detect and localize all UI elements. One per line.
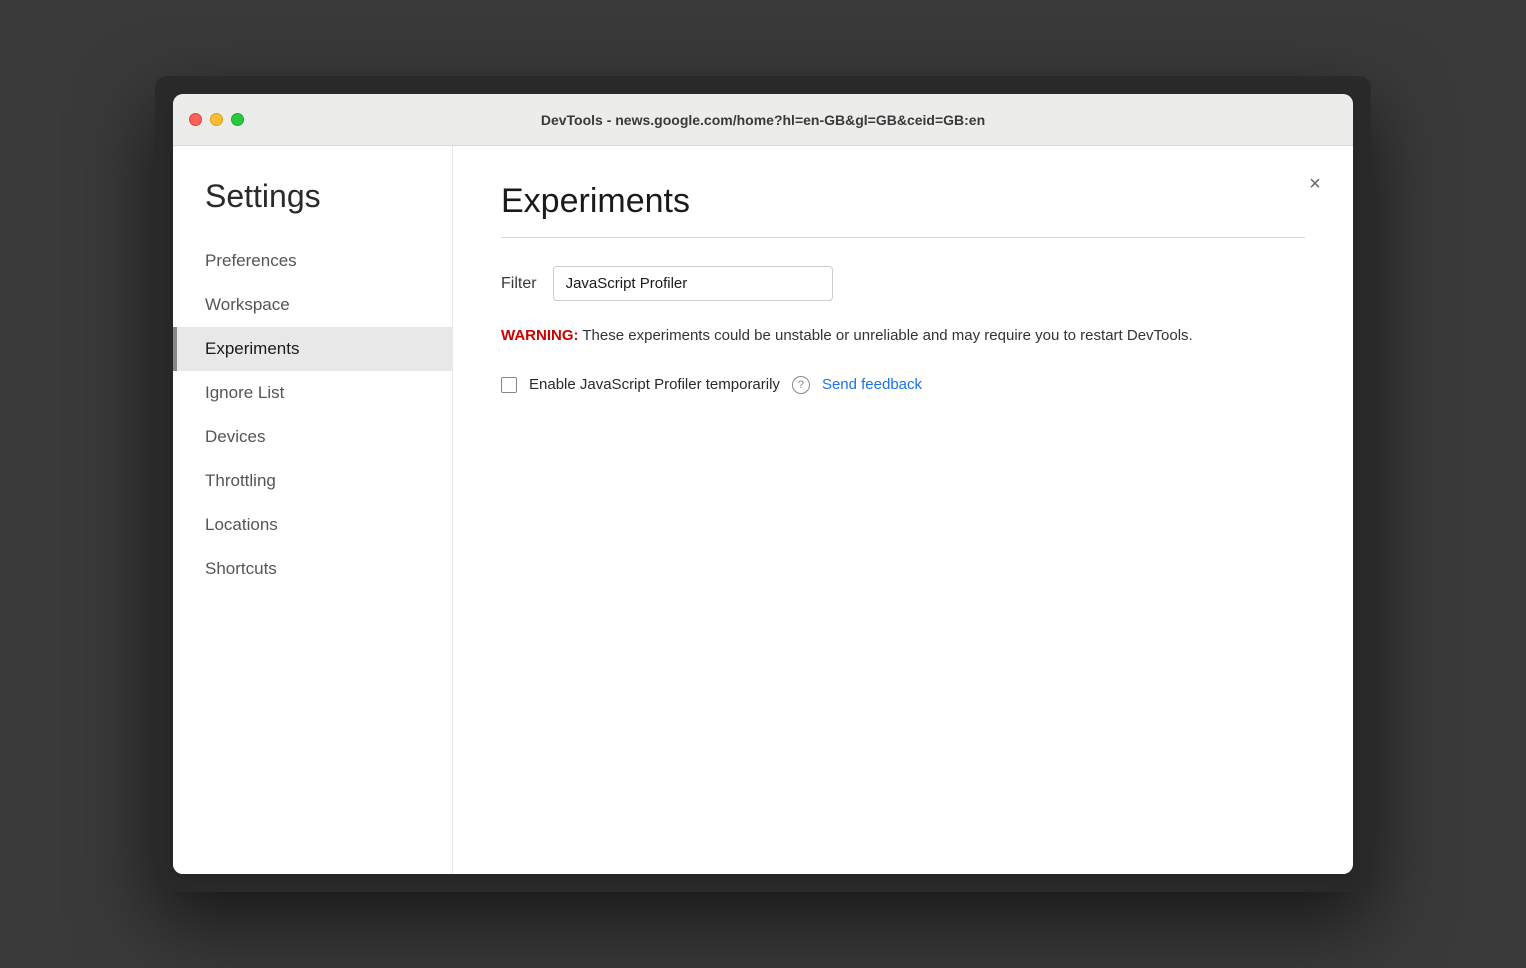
- sidebar-heading: Settings: [173, 178, 452, 239]
- minimize-traffic-light[interactable]: [210, 113, 223, 126]
- filter-input[interactable]: [553, 266, 833, 301]
- js-profiler-checkbox[interactable]: [501, 377, 517, 393]
- sidebar-item-shortcuts[interactable]: Shortcuts: [173, 547, 452, 591]
- traffic-lights: [189, 113, 244, 126]
- warning-text: WARNING: These experiments could be unst…: [501, 325, 1305, 348]
- warning-box: WARNING: These experiments could be unst…: [501, 325, 1305, 348]
- main-panel: × Experiments Filter WARNING: These expe…: [453, 146, 1353, 874]
- sidebar-item-locations[interactable]: Locations: [173, 503, 452, 547]
- warning-label: WARNING:: [501, 327, 579, 344]
- experiment-row: Enable JavaScript Profiler temporarily ?…: [501, 376, 1305, 394]
- sidebar-item-experiments[interactable]: Experiments: [173, 327, 452, 371]
- content-area: Settings Preferences Workspace Experimen…: [173, 146, 1353, 874]
- close-button[interactable]: ×: [1301, 170, 1329, 198]
- warning-message: These experiments could be unstable or u…: [579, 327, 1193, 344]
- js-profiler-label[interactable]: Enable JavaScript Profiler temporarily: [529, 376, 780, 393]
- sidebar-item-devices[interactable]: Devices: [173, 415, 452, 459]
- sidebar-item-throttling[interactable]: Throttling: [173, 459, 452, 503]
- sidebar-item-preferences[interactable]: Preferences: [173, 239, 452, 283]
- close-traffic-light[interactable]: [189, 113, 202, 126]
- maximize-traffic-light[interactable]: [231, 113, 244, 126]
- help-icon[interactable]: ?: [792, 376, 810, 394]
- section-divider: [501, 237, 1305, 238]
- sidebar-nav: Preferences Workspace Experiments Ignore…: [173, 239, 452, 591]
- sidebar: Settings Preferences Workspace Experimen…: [173, 146, 453, 874]
- filter-label: Filter: [501, 275, 537, 293]
- send-feedback-link[interactable]: Send feedback: [822, 376, 922, 393]
- window-wrapper: DevTools - news.google.com/home?hl=en-GB…: [155, 76, 1371, 892]
- sidebar-item-ignore-list[interactable]: Ignore List: [173, 371, 452, 415]
- devtools-window: DevTools - news.google.com/home?hl=en-GB…: [173, 94, 1353, 874]
- section-title: Experiments: [501, 182, 1305, 221]
- titlebar: DevTools - news.google.com/home?hl=en-GB…: [173, 94, 1353, 146]
- titlebar-title: DevTools - news.google.com/home?hl=en-GB…: [541, 112, 985, 128]
- sidebar-item-workspace[interactable]: Workspace: [173, 283, 452, 327]
- filter-row: Filter: [501, 266, 1305, 301]
